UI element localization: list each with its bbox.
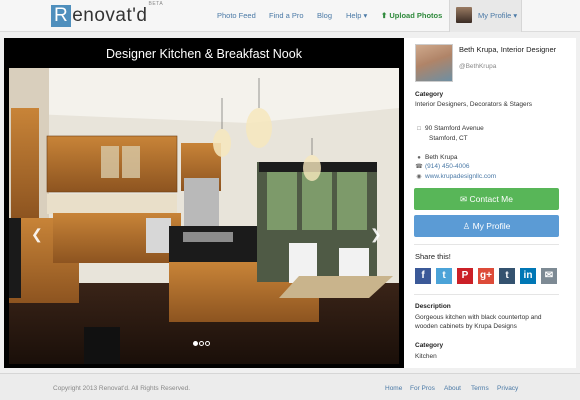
nav-find-a-pro[interactable]: Find a Pro: [269, 11, 304, 20]
category-value: Interior Designers, Decorators & Stagers: [415, 101, 533, 108]
logo-text: enovat'd: [72, 5, 148, 26]
google-plus-icon[interactable]: g+: [478, 268, 494, 284]
slide-indicator: [193, 333, 211, 351]
building-icon: □: [417, 126, 421, 132]
footer-for-pros-link[interactable]: For Pros: [410, 385, 435, 392]
email-icon[interactable]: ✉: [541, 268, 557, 284]
my-profile-label: My Profile: [472, 221, 511, 231]
nav-photo-feed[interactable]: Photo Feed: [217, 11, 256, 20]
divider: [414, 294, 559, 295]
globe-icon: ◉: [416, 174, 422, 180]
main-content: Designer Kitchen & Breakfast Nook ❮ ❯ Be…: [4, 38, 576, 368]
user-avatar[interactable]: [456, 7, 472, 23]
tumblr-icon[interactable]: t: [499, 268, 515, 284]
slide-dot[interactable]: [199, 341, 204, 346]
kitchen-photo[interactable]: [9, 68, 399, 364]
footer: Copyright 2013 Renovat'd. All Rights Res…: [0, 373, 580, 400]
website-link[interactable]: www.krupadesignllc.com: [425, 173, 496, 180]
logo[interactable]: Renovat'dBETA: [51, 1, 163, 27]
footer-privacy-link[interactable]: Privacy: [497, 385, 518, 392]
pro-name-link[interactable]: Beth Krupa, Interior Designer: [459, 45, 563, 54]
phone-link[interactable]: (914) 450-4006: [425, 163, 469, 170]
kitchen-photo-image: [9, 68, 399, 364]
category-label: Category: [415, 91, 444, 98]
nav-help-dropdown[interactable]: Help ▾: [346, 11, 367, 20]
phone-icon: ☎: [415, 164, 423, 170]
my-profile-button[interactable]: ♙ My Profile: [414, 215, 559, 237]
twitter-icon[interactable]: t: [436, 268, 452, 284]
pinterest-icon[interactable]: P: [457, 268, 473, 284]
top-nav-bar: Renovat'dBETA Photo Feed Find a Pro Blog…: [0, 0, 580, 32]
photo-viewer: Designer Kitchen & Breakfast Nook ❮ ❯: [4, 38, 404, 368]
contact-me-button[interactable]: ✉ Contact Me: [414, 188, 559, 210]
address-line1: 90 Stamford Avenue: [425, 125, 484, 132]
copyright: Copyright 2013 Renovat'd. All Rights Res…: [53, 385, 191, 392]
envelope-icon: ✉: [460, 194, 468, 204]
nav-my-profile-dropdown[interactable]: My Profile ▾: [478, 11, 517, 20]
nav-blog[interactable]: Blog: [317, 11, 332, 20]
divider: [414, 244, 559, 245]
beta-badge: BETA: [148, 0, 164, 7]
next-photo-icon[interactable]: ❯: [370, 226, 382, 243]
pro-avatar[interactable]: [415, 44, 453, 82]
photo-category-value: Kitchen: [415, 353, 437, 360]
logo-mark: R: [51, 5, 72, 27]
contact-me-label: Contact Me: [469, 194, 513, 204]
share-label: Share this!: [415, 252, 451, 261]
description-text: Gorgeous kitchen with black countertop a…: [415, 314, 542, 330]
pro-sidebar: Beth Krupa, Interior Designer @BethKrupa…: [413, 38, 563, 368]
photo-category-label: Category: [415, 342, 444, 349]
contact-name: Beth Krupa: [425, 154, 458, 161]
upload-photos-button[interactable]: ⬆ Upload Photos: [381, 11, 442, 20]
footer-about-link[interactable]: About: [444, 385, 461, 392]
description-label: Description: [415, 303, 451, 310]
address-line2: Stamford, CT: [429, 135, 468, 142]
footer-home-link[interactable]: Home: [385, 385, 402, 392]
slide-dot[interactable]: [193, 341, 198, 346]
footer-terms-link[interactable]: Terms: [471, 385, 489, 392]
slide-dot[interactable]: [205, 341, 210, 346]
person-icon: ♙: [462, 221, 471, 231]
pro-handle: @BethKrupa: [459, 63, 497, 70]
photo-title: Designer Kitchen & Breakfast Nook: [106, 47, 302, 61]
prev-photo-icon[interactable]: ❮: [31, 226, 43, 243]
linkedin-icon[interactable]: in: [520, 268, 536, 284]
facebook-icon[interactable]: f: [415, 268, 431, 284]
